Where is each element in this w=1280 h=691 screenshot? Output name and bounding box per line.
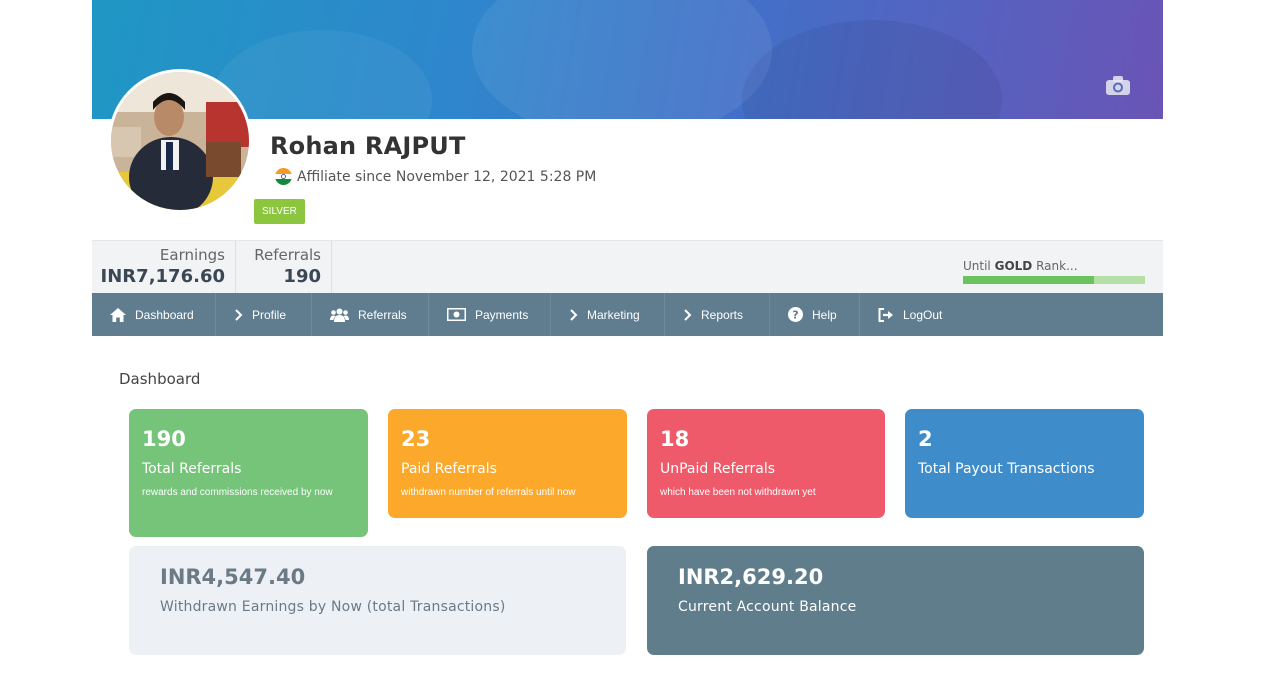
main-nav: Dashboard Profile Referrals Payments Mar… — [92, 293, 1163, 336]
card-number: 23 — [401, 427, 431, 451]
nav-payments[interactable]: Payments — [429, 293, 551, 336]
chevron-right-icon — [684, 308, 692, 321]
card-title: Paid Referrals — [401, 461, 497, 477]
nav-logout[interactable]: LogOut — [860, 293, 970, 336]
rank-progress-fill — [963, 276, 1095, 284]
card-number: 2 — [918, 427, 933, 451]
earnings-label: Earnings — [159, 246, 225, 264]
unpaid-referrals-card[interactable]: 18 UnPaid Referrals which have been not … — [647, 409, 885, 518]
paid-referrals-card[interactable]: 23 Paid Referrals withdrawn number of re… — [388, 409, 627, 518]
card-title: Total Referrals — [142, 461, 242, 477]
rank-progress-text: Until GOLD Rank... — [963, 259, 1078, 273]
earnings-value: INR7,176.60 — [100, 266, 225, 287]
nav-help[interactable]: ? Help — [770, 293, 860, 336]
nav-marketing[interactable]: Marketing — [551, 293, 665, 336]
card-title: Total Payout Transactions — [918, 461, 1095, 477]
referrals-value: 190 — [283, 266, 321, 287]
users-icon — [330, 308, 349, 322]
section-title: Dashboard — [119, 370, 201, 388]
withdrawn-amount: INR4,547.40 — [160, 565, 306, 589]
total-payout-transactions-card[interactable]: 2 Total Payout Transactions — [905, 409, 1144, 518]
svg-text:?: ? — [792, 309, 798, 322]
card-number: 18 — [660, 427, 690, 451]
earnings-stat: Earnings INR7,176.60 — [92, 241, 236, 293]
nav-reports[interactable]: Reports — [665, 293, 770, 336]
affiliate-dashboard: Rohan RAJPUT Affiliate since November 12… — [92, 0, 1163, 691]
sign-out-icon — [878, 307, 893, 322]
withdrawn-earnings-card: INR4,547.40 Withdrawn Earnings by Now (t… — [129, 546, 626, 655]
money-icon — [447, 308, 466, 321]
cover-image — [92, 0, 1163, 119]
card-subtitle: which have been not withdrawn yet — [660, 487, 816, 498]
balance-label: Current Account Balance — [678, 599, 857, 615]
card-subtitle: rewards and commissions received by now — [142, 487, 333, 498]
rank-progress: Until GOLD Rank... — [963, 259, 1145, 284]
affiliate-since: Affiliate since November 12, 2021 5:28 P… — [275, 168, 596, 185]
question-circle-icon: ? — [788, 307, 803, 322]
nav-dashboard[interactable]: Dashboard — [92, 293, 216, 336]
withdrawn-label: Withdrawn Earnings by Now (total Transac… — [160, 599, 506, 615]
card-subtitle: withdrawn number of referrals until now — [401, 487, 576, 498]
india-flag-icon — [275, 168, 292, 185]
stats-bar: Earnings INR7,176.60 Referrals 190 Until… — [92, 240, 1163, 293]
chevron-right-icon — [235, 308, 243, 321]
card-title: UnPaid Referrals — [660, 461, 776, 477]
total-referrals-card[interactable]: 190 Total Referrals rewards and commissi… — [129, 409, 368, 537]
profile-name: Rohan RAJPUT — [270, 132, 466, 160]
referrals-label: Referrals — [254, 246, 321, 264]
home-icon — [110, 307, 126, 322]
rank-badge: SILVER — [254, 199, 305, 224]
card-number: 190 — [142, 427, 186, 451]
chevron-right-icon — [570, 308, 578, 321]
avatar[interactable] — [108, 69, 252, 213]
rank-progress-bar — [963, 276, 1145, 284]
nav-profile[interactable]: Profile — [216, 293, 312, 336]
current-balance-card: INR2,629.20 Current Account Balance — [647, 546, 1144, 655]
nav-referrals[interactable]: Referrals — [312, 293, 429, 336]
affiliate-since-text: Affiliate since November 12, 2021 5:28 P… — [297, 168, 597, 185]
balance-amount: INR2,629.20 — [678, 565, 824, 589]
referrals-stat: Referrals 190 — [236, 241, 332, 293]
camera-icon[interactable] — [1106, 76, 1130, 95]
